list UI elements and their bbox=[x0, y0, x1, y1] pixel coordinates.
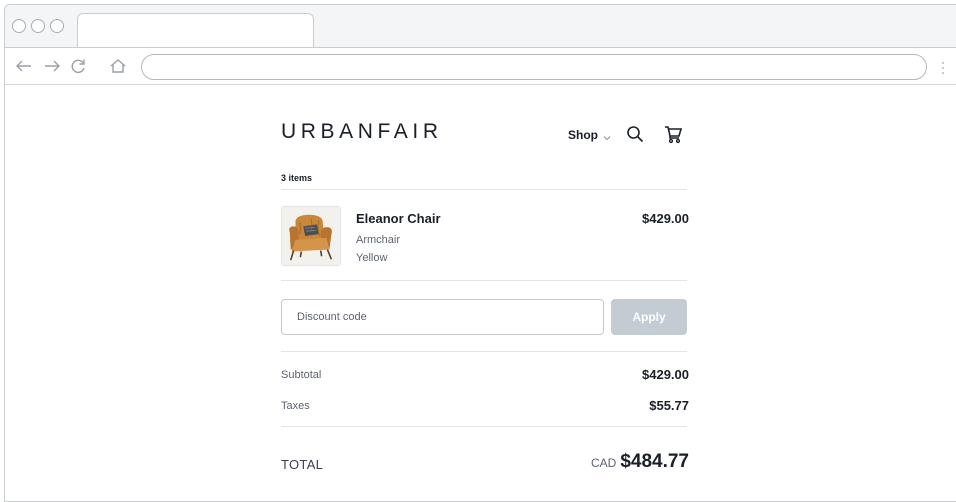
cart-icon[interactable] bbox=[662, 123, 684, 145]
home-icon[interactable] bbox=[107, 55, 129, 77]
armchair-photo bbox=[282, 207, 340, 265]
taxes-value: $55.77 bbox=[649, 398, 689, 413]
discount-code-input[interactable] bbox=[281, 299, 604, 335]
taxes-label: Taxes bbox=[281, 400, 310, 412]
reload-icon[interactable] bbox=[67, 55, 89, 77]
page-content: URBANFAIR Shop 3 items Eleanor Chair Arm… bbox=[5, 86, 956, 501]
more-menu-icon[interactable] bbox=[941, 61, 945, 75]
tab-bar bbox=[5, 5, 956, 48]
browser-tab[interactable] bbox=[77, 13, 314, 48]
shop-menu[interactable]: Shop bbox=[568, 128, 611, 142]
apply-discount-button[interactable]: Apply bbox=[611, 299, 687, 335]
window-close-dot[interactable] bbox=[12, 19, 26, 33]
divider bbox=[281, 189, 687, 190]
brand-logo[interactable]: URBANFAIR bbox=[281, 120, 443, 144]
back-arrow-icon[interactable] bbox=[13, 55, 35, 77]
cart-item-count: 3 items bbox=[281, 173, 313, 183]
product-thumbnail[interactable] bbox=[281, 206, 341, 266]
window-minimize-dot[interactable] bbox=[31, 19, 45, 33]
forward-arrow-icon[interactable] bbox=[41, 55, 63, 77]
window-maximize-dot[interactable] bbox=[50, 19, 64, 33]
currency-code: CAD bbox=[590, 456, 617, 470]
divider bbox=[281, 280, 687, 281]
address-bar[interactable] bbox=[141, 54, 927, 80]
total-amount: $484.77 bbox=[620, 451, 689, 472]
subtotal-value: $429.00 bbox=[642, 367, 689, 382]
browser-window: URBANFAIR Shop 3 items Eleanor Chair Arm… bbox=[4, 4, 956, 502]
shop-menu-label: Shop bbox=[568, 128, 598, 142]
product-type: Armchair bbox=[356, 234, 401, 246]
product-color: Yellow bbox=[356, 252, 388, 264]
divider bbox=[281, 426, 687, 427]
product-price: $429.00 bbox=[642, 211, 689, 226]
chevron-down-icon bbox=[603, 131, 611, 141]
subtotal-label: Subtotal bbox=[281, 369, 322, 381]
browser-toolbar bbox=[5, 47, 956, 85]
product-name[interactable]: Eleanor Chair bbox=[356, 211, 441, 226]
total-label: TOTAL bbox=[281, 457, 324, 472]
total-value: CAD $484.77 bbox=[591, 451, 689, 473]
search-icon[interactable] bbox=[624, 123, 646, 145]
divider bbox=[281, 351, 687, 352]
